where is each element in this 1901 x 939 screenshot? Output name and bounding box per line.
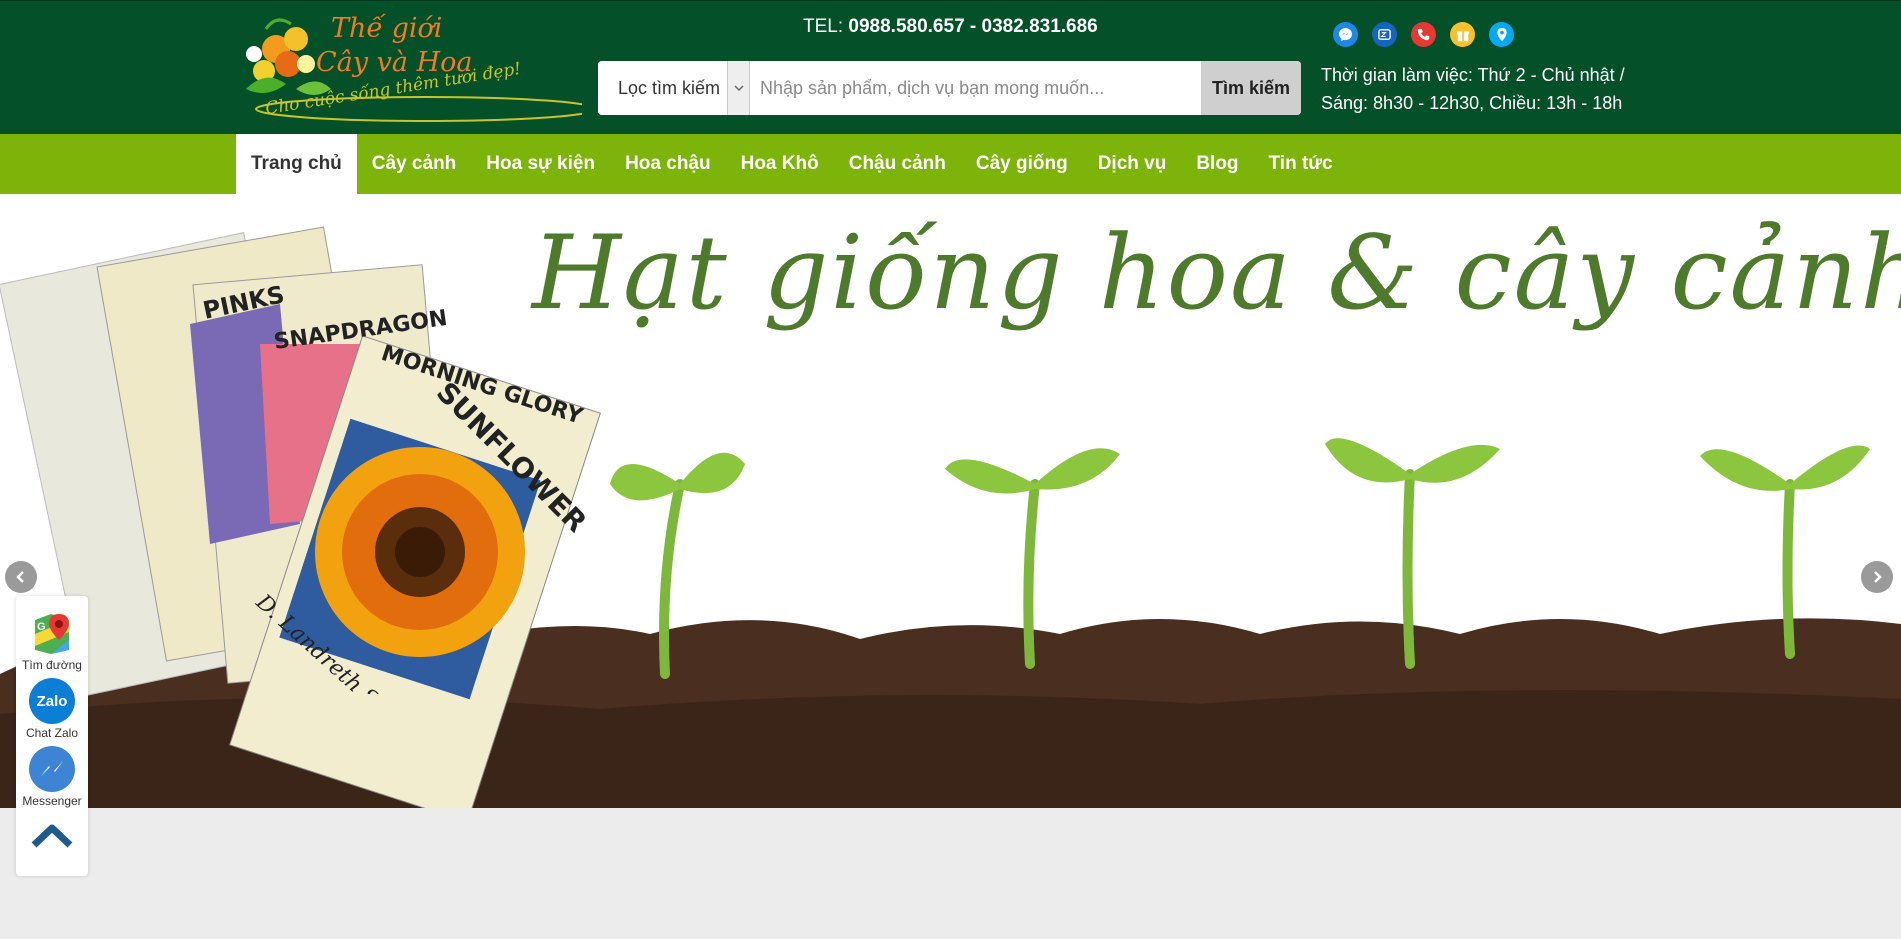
contact-phone[interactable]: TEL: 0988.580.657 - 0382.831.686: [803, 16, 1098, 38]
phone-icon[interactable]: [1411, 22, 1436, 47]
location-icon[interactable]: [1489, 22, 1514, 47]
zalo-icon: Zalo: [29, 678, 75, 724]
nav-item-hoa-chau[interactable]: Hoa chậu: [610, 134, 726, 194]
nav-item-cay-giong[interactable]: Cây giống: [961, 134, 1083, 194]
nav-item-hoa-su-kien[interactable]: Hoa sự kiện: [471, 134, 610, 194]
slider-next-button[interactable]: [1861, 561, 1893, 593]
search-button[interactable]: Tìm kiếm: [1201, 61, 1301, 115]
site-logo[interactable]: Thế giới Cây và Hoa Cho cuộc sống thêm t…: [236, 9, 582, 125]
float-zalo[interactable]: Zalo Chat Zalo: [16, 678, 88, 740]
google-maps-icon: G: [29, 610, 75, 656]
messenger-icon[interactable]: [1333, 22, 1358, 47]
social-links: [1333, 22, 1514, 47]
main-nav: Trang chủ Cây cảnh Hoa sự kiện Hoa chậu …: [0, 134, 1901, 194]
search-input[interactable]: [750, 61, 1201, 115]
back-to-top-button[interactable]: [16, 820, 88, 850]
nav-item-chau-canh[interactable]: Chậu cảnh: [834, 134, 961, 194]
hours-line1: Thời gian làm việc: Thứ 2 - Chủ nhật /: [1321, 65, 1625, 85]
packet-label-snapdragon: SNAPDRAGON: [272, 306, 449, 355]
svg-text:G: G: [37, 621, 46, 633]
gift-icon[interactable]: [1450, 22, 1475, 47]
nav-item-tin-tuc[interactable]: Tin tức: [1254, 134, 1348, 194]
chevron-down-icon: [727, 61, 749, 115]
nav-item-dich-vu[interactable]: Dịch vụ: [1083, 134, 1182, 194]
messenger-icon: [29, 746, 75, 792]
chevron-right-icon: [1874, 571, 1882, 583]
nav-item-home[interactable]: Trang chủ: [236, 134, 357, 194]
float-directions[interactable]: G Tìm đường: [16, 610, 88, 672]
search-filter-select[interactable]: Lọc tìm kiếm: [598, 61, 750, 115]
search-filter-label: Lọc tìm kiếm: [618, 77, 721, 98]
banner-title: Hạt giống hoa & cây cảnh: [532, 214, 1901, 333]
packet-label-pinks: PINKS: [200, 280, 287, 325]
chevron-left-icon: [16, 571, 24, 583]
packet-brand: D. Landreth Seed Co.: [250, 589, 445, 694]
search-bar: Lọc tìm kiếm Tìm kiếm: [598, 61, 1301, 115]
slider-prev-button[interactable]: [5, 561, 37, 593]
float-messenger[interactable]: Messenger: [16, 746, 88, 808]
chevron-up-icon: [31, 824, 73, 848]
hero-slider: Hạt giống hoa & cây cảnh PINKS SNAPDRAGO…: [0, 194, 1901, 808]
float-label-messenger: Messenger: [22, 794, 82, 808]
zalo-icon[interactable]: [1372, 22, 1397, 47]
tel-numbers[interactable]: 0988.580.657 - 0382.831.686: [848, 16, 1097, 37]
logo-line1: Thế giới: [331, 13, 443, 44]
float-label-directions: Tìm đường: [22, 658, 82, 672]
working-hours: Thời gian làm việc: Thứ 2 - Chủ nhật / S…: [1321, 61, 1625, 117]
hours-line2: Sáng: 8h30 - 12h30, Chiều: 13h - 18h: [1321, 93, 1623, 113]
site-header: Thế giới Cây và Hoa Cho cuộc sống thêm t…: [0, 0, 1901, 134]
seed-packet-labels: PINKS SNAPDRAGON MORNING GLORY SUNFLOWER…: [200, 280, 593, 694]
tel-label: TEL:: [803, 16, 844, 37]
float-label-zalo: Chat Zalo: [25, 726, 79, 740]
nav-item-hoa-kho[interactable]: Hoa Khô: [726, 134, 834, 194]
nav-item-blog[interactable]: Blog: [1181, 134, 1253, 194]
zalo-icon-text: Zalo: [36, 692, 68, 710]
nav-item-cay-canh[interactable]: Cây cảnh: [357, 134, 471, 194]
floating-contact-bar: G Tìm đường Zalo Chat Zalo Messenger: [16, 596, 88, 876]
